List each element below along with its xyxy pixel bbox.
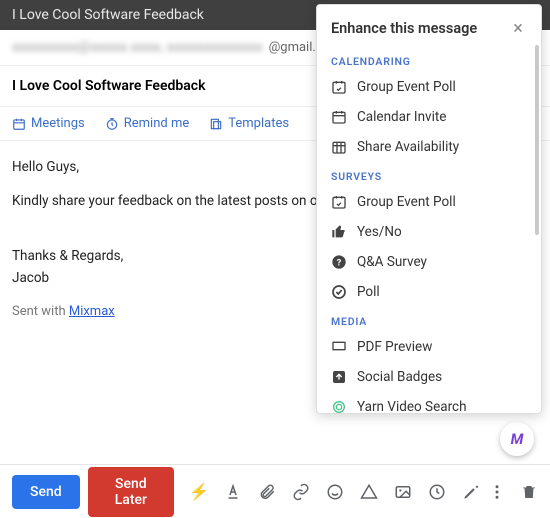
scrollbar[interactable] xyxy=(535,45,539,235)
item-pdf-preview[interactable]: PDF Preview xyxy=(317,332,541,362)
calendar-grid-icon xyxy=(331,139,347,155)
panel-item-label: Group Event Poll xyxy=(357,79,456,95)
panel-item-label: Yes/No xyxy=(357,224,402,240)
enhance-panel: Enhance this message × CALENDARING Group… xyxy=(316,4,542,414)
templates-button[interactable]: Templates xyxy=(209,116,289,131)
link-icon[interactable] xyxy=(292,483,310,501)
item-yarn-video[interactable]: Yarn Video Search xyxy=(317,392,541,414)
format-icons: ⚡ xyxy=(190,483,480,501)
item-calendar-invite[interactable]: Calendar Invite xyxy=(317,102,541,132)
send-later-button[interactable]: Send Later xyxy=(88,467,174,517)
item-poll[interactable]: Poll xyxy=(317,277,541,307)
panel-item-label: Calendar Invite xyxy=(357,109,446,125)
panel-item-label: PDF Preview xyxy=(357,339,432,355)
templates-label: Templates xyxy=(228,116,289,131)
trash-icon[interactable] xyxy=(520,483,538,501)
clock-icon xyxy=(105,117,119,131)
close-icon[interactable]: × xyxy=(507,17,529,39)
section-media: MEDIA xyxy=(317,307,541,332)
item-yes-no[interactable]: Yes/No xyxy=(317,217,541,247)
confidential-icon[interactable] xyxy=(428,483,446,501)
bolt-icon[interactable]: ⚡ xyxy=(190,483,208,501)
calendar-check-icon xyxy=(331,194,347,210)
calendar-check-icon xyxy=(331,79,347,95)
question-icon: ? xyxy=(331,254,347,270)
image-icon[interactable] xyxy=(394,483,412,501)
remind-label: Remind me xyxy=(124,116,190,131)
panel-item-label: Q&A Survey xyxy=(357,254,427,270)
thumbs-up-icon xyxy=(331,224,347,240)
drive-icon[interactable] xyxy=(360,483,378,501)
item-group-event-poll[interactable]: Group Event Poll xyxy=(317,72,541,102)
monitor-icon xyxy=(331,339,347,355)
more-icon[interactable] xyxy=(488,483,506,501)
section-calendaring: CALENDARING xyxy=(317,47,541,72)
check-circle-icon xyxy=(331,284,347,300)
remind-button[interactable]: Remind me xyxy=(105,116,190,131)
panel-item-label: Social Badges xyxy=(357,369,442,385)
calendar-icon xyxy=(331,109,347,125)
panel-item-label: Group Event Poll xyxy=(357,194,456,210)
send-button[interactable]: Send xyxy=(12,475,80,509)
item-survey-group-poll[interactable]: Group Event Poll xyxy=(317,187,541,217)
item-share-availability[interactable]: Share Availability xyxy=(317,132,541,162)
calendar-icon xyxy=(12,117,26,131)
recipient-blur: aaaaaaaaa@aaaaa.aaaa, aaaaaaaaaaaaa xyxy=(12,40,263,55)
mixmax-link[interactable]: Mixmax xyxy=(69,304,115,319)
emoji-icon[interactable] xyxy=(326,483,344,501)
svg-text:?: ? xyxy=(337,257,342,268)
item-social-badges[interactable]: Social Badges xyxy=(317,362,541,392)
mixmax-fab[interactable]: M xyxy=(500,422,534,456)
meetings-button[interactable]: Meetings xyxy=(12,116,85,131)
sent-with-prefix: Sent with xyxy=(12,304,69,319)
meetings-label: Meetings xyxy=(31,116,85,131)
panel-item-label: Poll xyxy=(357,284,380,300)
panel-title: Enhance this message xyxy=(331,20,507,37)
yarn-icon xyxy=(331,399,347,414)
section-surveys: SURVEYS xyxy=(317,162,541,187)
templates-icon xyxy=(209,117,223,131)
item-qa-survey[interactable]: ? Q&A Survey xyxy=(317,247,541,277)
compose-bottom-bar: Send Send Later ⚡ xyxy=(0,464,550,518)
pen-icon[interactable] xyxy=(462,483,480,501)
attach-icon[interactable] xyxy=(258,483,276,501)
share-icon xyxy=(331,369,347,385)
panel-item-label: Yarn Video Search xyxy=(357,399,467,414)
text-format-icon[interactable] xyxy=(224,483,242,501)
panel-item-label: Share Availability xyxy=(357,139,459,155)
